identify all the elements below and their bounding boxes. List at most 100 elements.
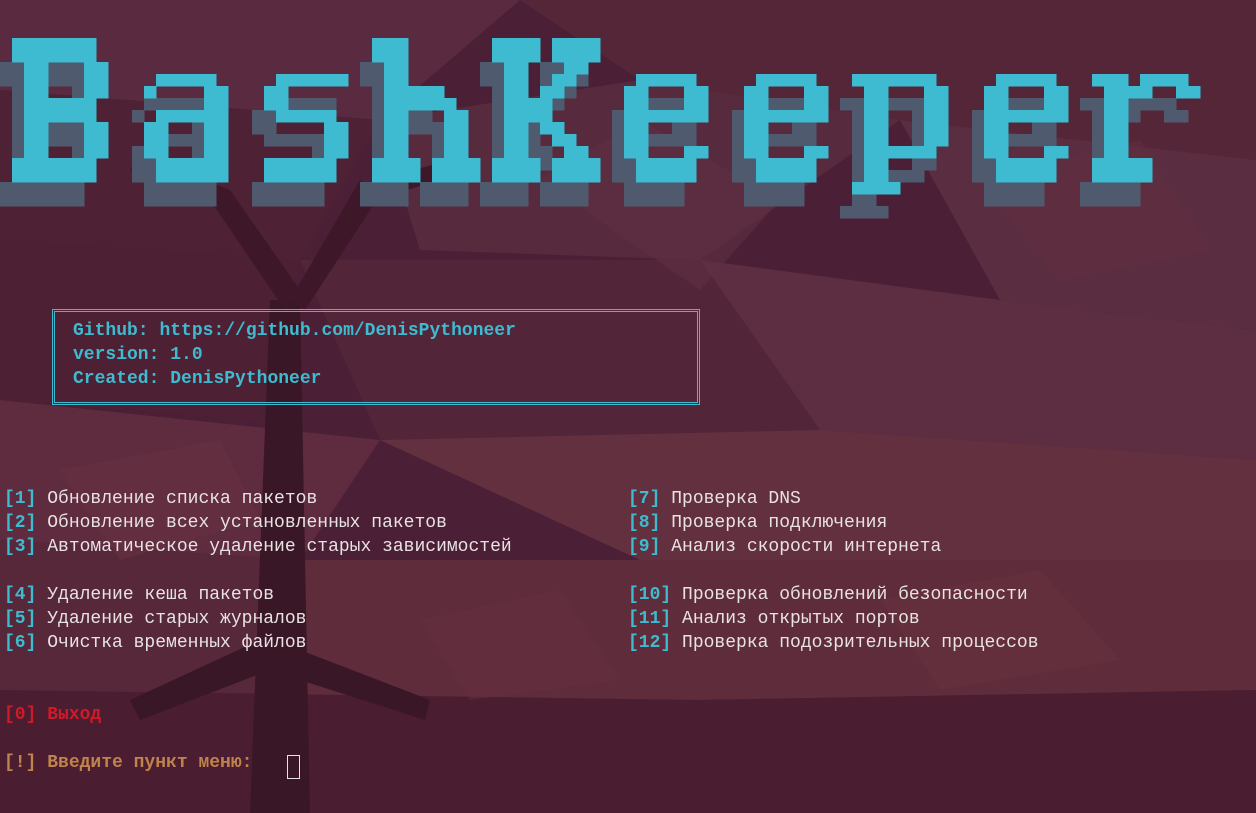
banner-pixel <box>396 170 409 183</box>
banner-pixel <box>648 170 661 183</box>
banner-pixel-shadow <box>168 98 181 111</box>
banner-pixel <box>60 38 73 51</box>
menu-item-11[interactable]: [11] Анализ открытых портов <box>628 607 920 631</box>
banner-pixel <box>552 38 565 51</box>
banner-pixel-shadow <box>912 158 925 171</box>
menu-item-9[interactable]: [9] Анализ скорости интернета <box>628 535 941 559</box>
banner-pixel-shadow <box>300 182 313 195</box>
banner-pixel <box>1008 110 1021 123</box>
banner-pixel <box>876 110 889 123</box>
banner-pixel-shadow <box>504 182 517 195</box>
menu-item-4[interactable]: [4] Удаление кеша пакетов <box>4 583 274 607</box>
banner-pixel <box>648 74 661 87</box>
banner-pixel-shadow <box>660 134 673 147</box>
banner-pixel <box>456 122 469 135</box>
exit-label: Выход <box>47 705 102 725</box>
banner-pixel <box>768 170 781 183</box>
banner-pixel <box>156 134 169 147</box>
banner-pixel-shadow <box>1164 110 1177 123</box>
info-box: Github: https://github.com/DenisPythonee… <box>52 309 700 405</box>
banner-pixel <box>216 98 229 111</box>
banner-pixel-shadow <box>264 122 277 135</box>
github-url[interactable]: https://github.com/DenisPythoneer <box>159 321 515 341</box>
banner-pixel-shadow <box>420 122 433 135</box>
banner-pixel-shadow <box>432 122 445 135</box>
banner-pixel <box>312 110 325 123</box>
banner-pixel <box>636 146 649 159</box>
banner-pixel-shadow <box>372 110 385 123</box>
menu-item-label: Обновление всех установленных пакетов <box>47 513 447 533</box>
banner-pixel <box>384 86 397 99</box>
banner-pixel <box>576 50 589 63</box>
banner-pixel <box>564 50 577 63</box>
menu-item-1[interactable]: [1] Обновление списка пакетов <box>4 487 317 511</box>
menu-item-7[interactable]: [7] Проверка DNS <box>628 487 801 511</box>
banner-pixel <box>504 134 517 147</box>
banner-pixel-shadow <box>372 182 385 195</box>
banner-pixel-shadow <box>144 98 157 111</box>
menu-item-exit[interactable]: [0] Выход <box>4 703 101 727</box>
banner-pixel <box>276 158 289 171</box>
banner-pixel <box>624 146 637 159</box>
banner-pixel <box>636 158 649 171</box>
menu-item-2[interactable]: [2] Обновление всех установленных пакето… <box>4 511 447 535</box>
banner-pixel-shadow <box>492 62 505 75</box>
banner-pixel <box>324 146 337 159</box>
banner-pixel <box>924 86 937 99</box>
banner-pixel-shadow <box>516 182 529 195</box>
banner-pixel <box>192 158 205 171</box>
banner-pixel <box>516 146 529 159</box>
menu-item-5[interactable]: [5] Удаление старых журналов <box>4 607 306 631</box>
menu-item-3[interactable]: [3] Автоматическое удаление старых завис… <box>4 535 512 559</box>
menu-item-8[interactable]: [8] Проверка подключения <box>628 511 887 535</box>
banner-pixel <box>1032 158 1045 171</box>
banner-pixel <box>624 110 637 123</box>
banner-pixel <box>492 158 505 171</box>
banner-pixel-shadow <box>576 194 589 207</box>
banner-pixel-shadow <box>792 194 805 207</box>
banner-pixel-shadow <box>564 86 577 99</box>
banner-pixel <box>528 98 541 111</box>
banner-pixel <box>1116 74 1129 87</box>
banner-pixel-shadow <box>624 182 637 195</box>
banner-pixel <box>756 134 769 147</box>
banner-pixel-shadow <box>768 194 781 207</box>
banner-pixel-shadow <box>876 206 889 219</box>
banner-pixel <box>1188 86 1201 99</box>
banner-pixel-shadow <box>840 206 853 219</box>
banner-pixel-shadow <box>12 134 25 147</box>
banner-pixel-shadow <box>672 194 685 207</box>
banner-pixel-shadow <box>528 134 541 147</box>
banner-pixel <box>516 38 529 51</box>
banner-pixel <box>516 134 529 147</box>
banner-pixel-shadow <box>420 194 433 207</box>
banner-pixel <box>1104 170 1117 183</box>
banner-pixel <box>1176 74 1189 87</box>
banner-pixel <box>804 98 817 111</box>
banner-pixel-shadow <box>492 194 505 207</box>
banner-pixel <box>648 110 661 123</box>
banner-pixel <box>852 182 865 195</box>
banner-pixel-shadow <box>1020 134 1033 147</box>
banner-pixel <box>96 74 109 87</box>
banner-pixel <box>624 98 637 111</box>
banner-pixel-shadow <box>984 194 997 207</box>
banner-pixel <box>384 134 397 147</box>
banner-pixel <box>396 158 409 171</box>
banner-pixel-shadow <box>888 170 901 183</box>
banner-pixel-shadow <box>300 134 313 147</box>
banner-pixel-shadow <box>660 194 673 207</box>
banner-pixel-shadow <box>72 146 85 159</box>
banner-pixel-shadow <box>456 194 469 207</box>
banner-pixel <box>36 146 49 159</box>
menu-item-10[interactable]: [10] Проверка обновлений безопасности <box>628 583 1028 607</box>
menu-item-6[interactable]: [6] Очистка временных файлов <box>4 631 306 655</box>
banner-pixel <box>300 170 313 183</box>
banner-pixel-shadow <box>180 134 193 147</box>
banner-pixel-shadow <box>408 122 421 135</box>
created-label: Created: <box>73 369 160 389</box>
banner-pixel <box>384 170 397 183</box>
input-cursor[interactable] <box>287 755 300 779</box>
menu-item-12[interactable]: [12] Проверка подозрительных процессов <box>628 631 1039 655</box>
banner-pixel <box>48 158 61 171</box>
